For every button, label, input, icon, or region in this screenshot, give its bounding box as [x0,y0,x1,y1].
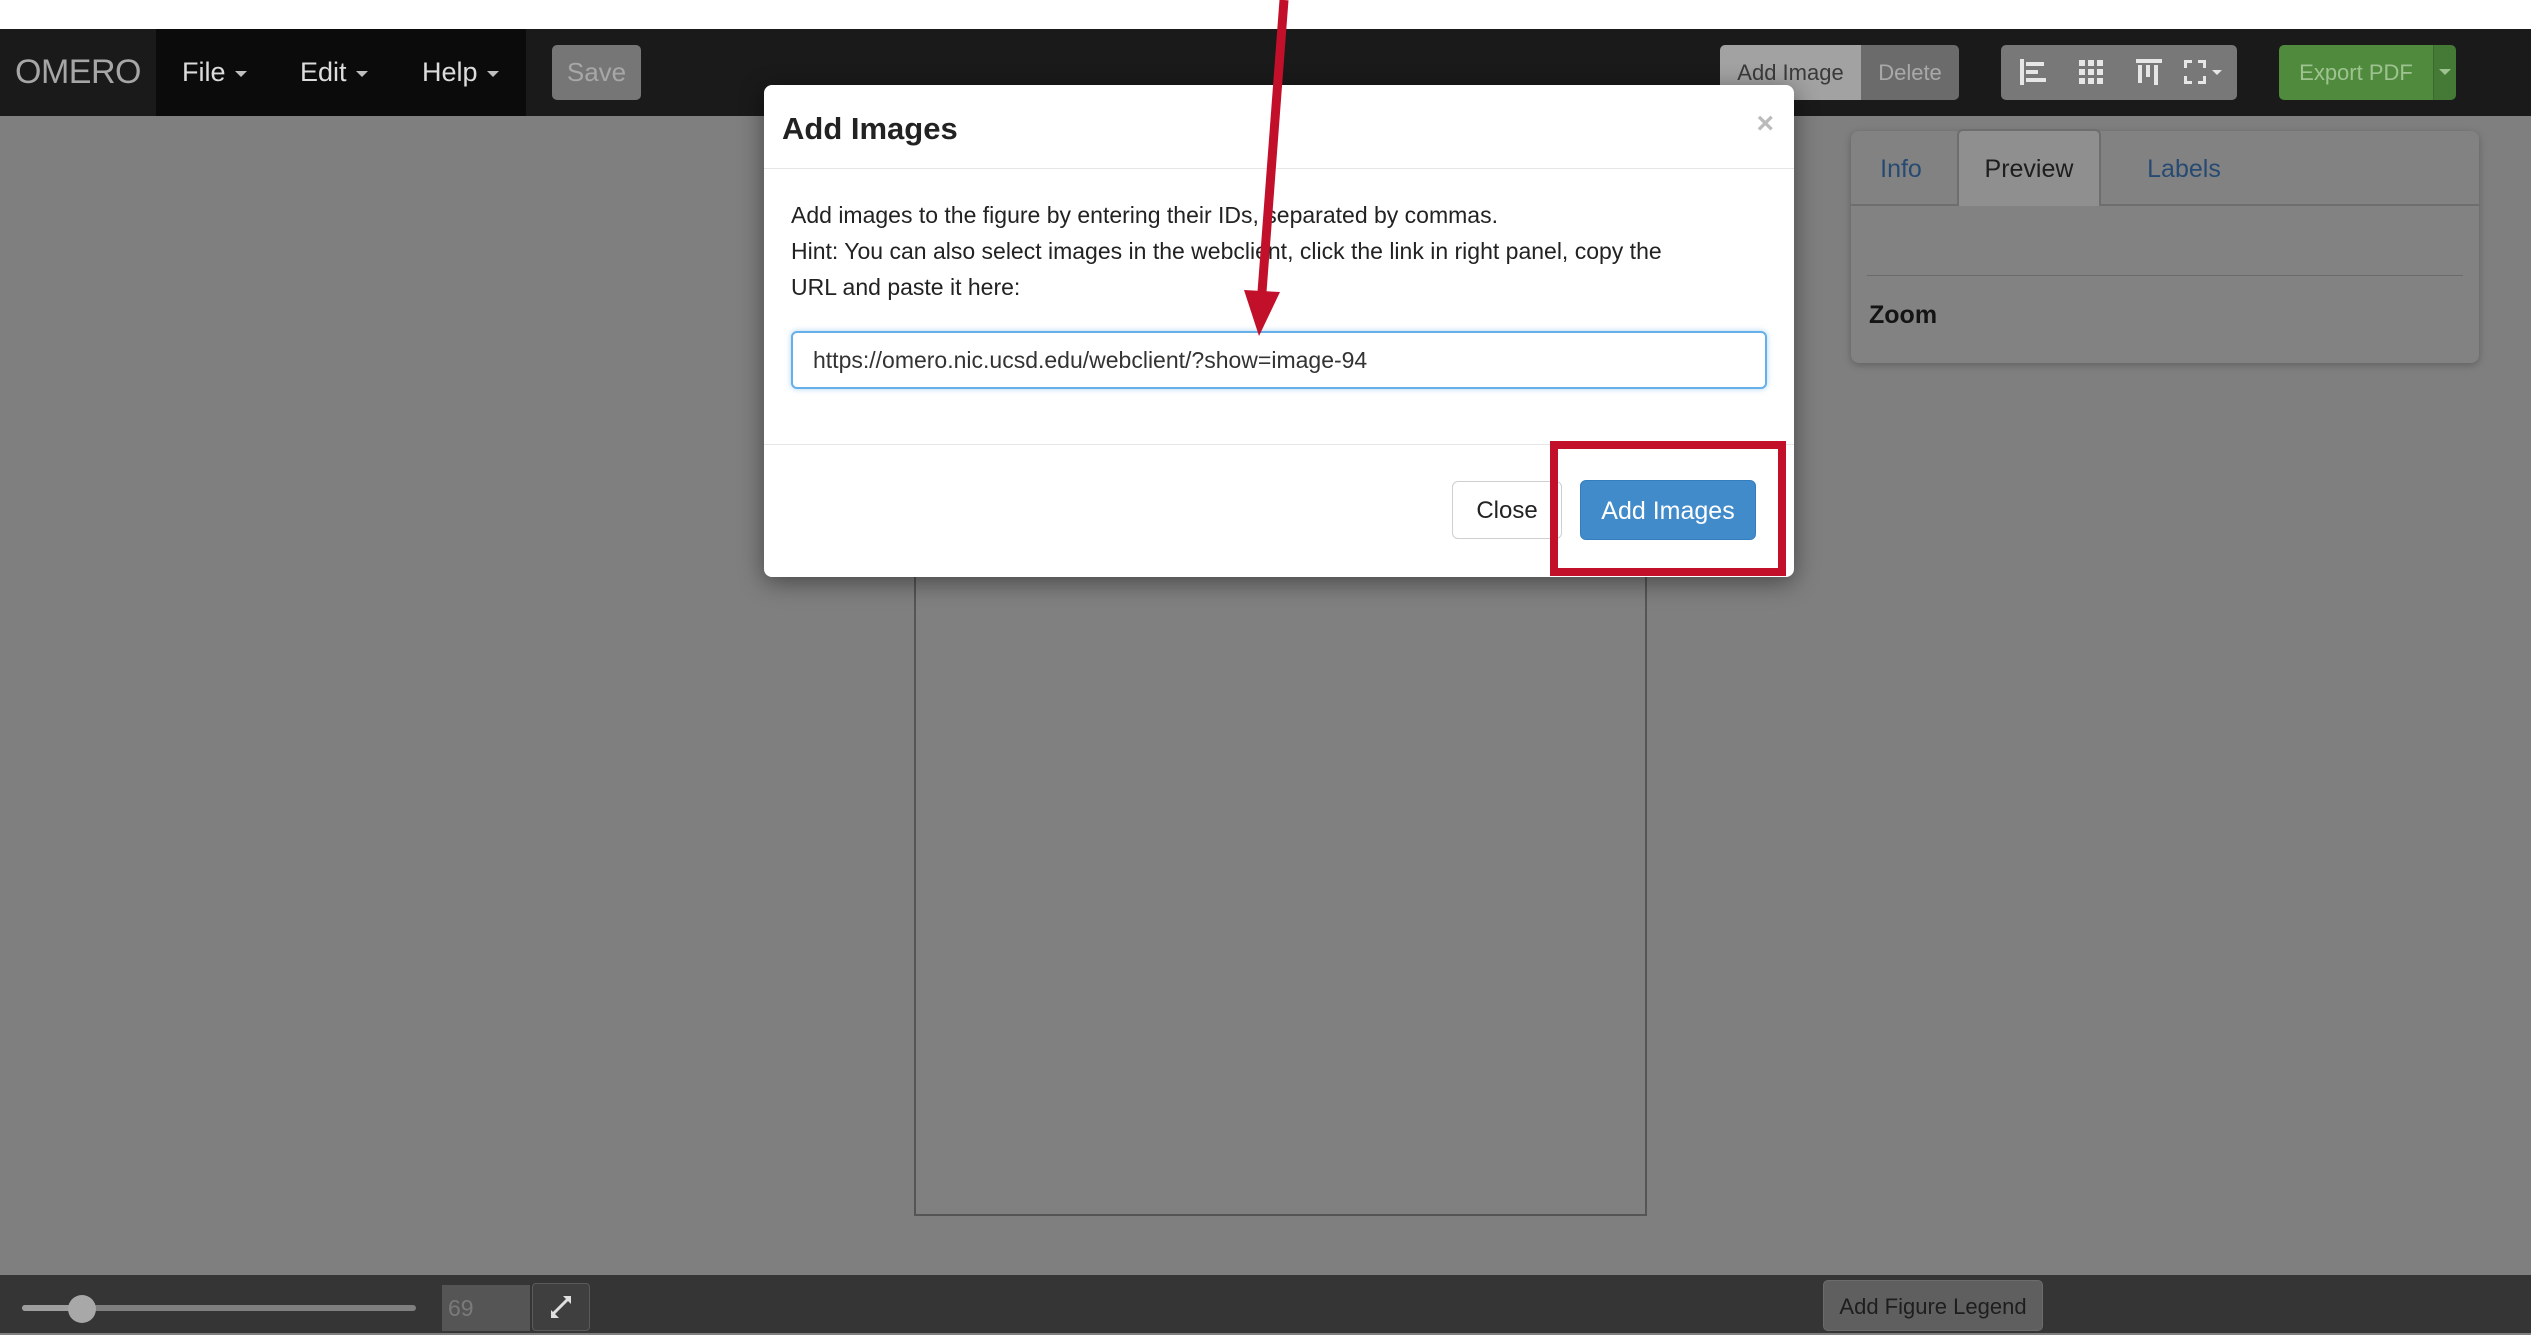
chevron-down-icon [355,70,368,77]
delete-button[interactable]: Delete [1861,45,1959,100]
add-images-dialog: Add Images × Add images to the figure by… [764,85,1794,577]
menu-file[interactable]: File [182,29,247,116]
add-figure-legend-button[interactable]: Add Figure Legend [1823,1280,2043,1331]
bottom-toolbar: Add Figure Legend [0,1275,2531,1333]
layout-toolbar [2001,45,2237,100]
menu-edit-label: Edit [300,57,347,87]
zoom-to-fit-button[interactable] [532,1283,590,1331]
menu-help-label: Help [422,57,478,87]
chevron-down-icon [234,70,247,77]
grid-icon[interactable] [2075,57,2107,87]
image-ids-input[interactable] [791,331,1767,389]
export-pdf-button[interactable]: Export PDF [2279,45,2433,100]
brand-logo: OMERO [15,53,141,91]
dialog-instructions: Add images to the figure by entering the… [791,197,1776,305]
zoom-input[interactable] [442,1285,530,1331]
export-options-dropdown[interactable] [2433,45,2456,100]
align-left-icon[interactable] [2017,57,2049,87]
expand-icon [551,1296,571,1318]
figure-page[interactable] [914,560,1647,1216]
instruction-line: Hint: You can also select images in the … [791,238,1662,264]
instruction-line: Add images to the figure by entering the… [791,202,1498,228]
panel-divider [1867,275,2463,276]
close-icon[interactable]: × [1756,107,1774,141]
main-menu: File Edit Help [156,29,526,116]
right-panel: Info Preview Labels Zoom [1851,129,2479,363]
chevron-down-icon [2439,69,2451,75]
tab-info[interactable]: Info [1851,131,1951,204]
close-button[interactable]: Close [1452,481,1562,539]
chevron-down-icon [486,70,499,77]
add-images-button[interactable]: Add Images [1580,480,1756,540]
menu-edit[interactable]: Edit [300,29,368,116]
resize-icon[interactable] [2181,57,2225,87]
dialog-header: Add Images × [764,85,1794,169]
tab-preview[interactable]: Preview [1957,129,2101,206]
save-button[interactable]: Save [552,45,641,100]
dialog-footer-divider [764,444,1794,445]
panel-tabs: Info Preview Labels [1851,129,2479,206]
align-top-icon[interactable] [2133,57,2165,87]
dialog-title: Add Images [782,111,958,146]
menu-help[interactable]: Help [422,29,499,116]
tab-labels[interactable]: Labels [2119,131,2249,204]
instruction-line: URL and paste it here: [791,274,1021,300]
zoom-label: Zoom [1869,301,1938,329]
menu-file-label: File [182,57,226,87]
zoom-slider-handle[interactable] [68,1295,96,1323]
top-white-strip [0,0,2531,29]
